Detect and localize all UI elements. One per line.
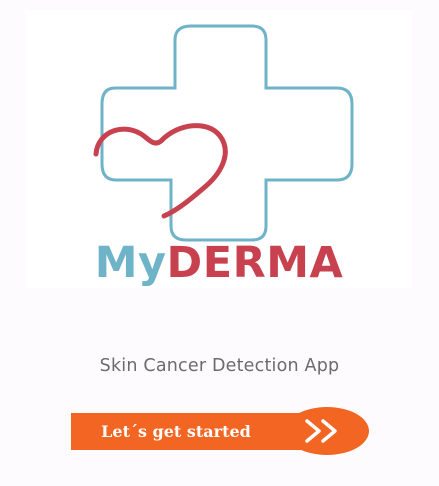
get-started-button[interactable]: Let´s get started bbox=[71, 407, 373, 455]
tagline: Skin Cancer Detection App bbox=[99, 356, 340, 376]
get-started-label: Let´s get started bbox=[101, 422, 251, 441]
double-chevron-right-icon bbox=[305, 419, 337, 443]
splash-screen: MyDERMA Skin Cancer Detection App Let´s … bbox=[0, 0, 439, 486]
brand-suffix: DERMA bbox=[166, 238, 344, 288]
logo-card: MyDERMA bbox=[26, 10, 412, 288]
brand-logotype: MyDERMA bbox=[26, 242, 412, 285]
get-started-bar[interactable]: Let´s get started bbox=[71, 413, 311, 450]
brand-prefix: My bbox=[94, 238, 167, 288]
heart-stroke bbox=[93, 123, 228, 219]
